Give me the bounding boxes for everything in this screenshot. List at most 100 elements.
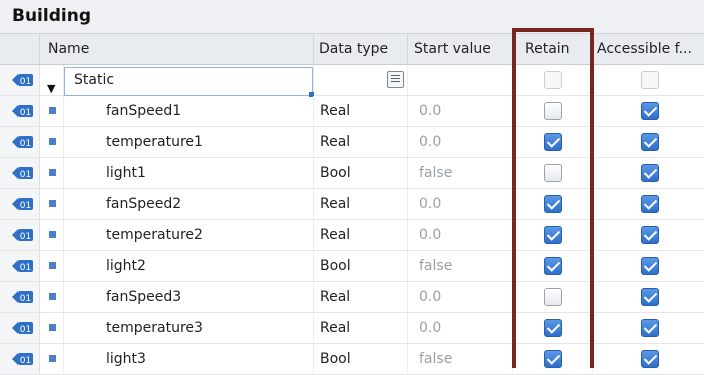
name-cell[interactable]: temperature2 (64, 220, 314, 250)
name-cell[interactable]: fanSpeed3 (64, 282, 314, 312)
start-value: 0.0 (419, 227, 442, 243)
table-row[interactable]: 01 fanSpeed2 Real 0.0 (0, 189, 704, 220)
accessible-checkbox[interactable] (641, 133, 659, 151)
header-start-value[interactable]: Start value (408, 34, 513, 64)
member-icon (49, 324, 56, 331)
section-type-cell[interactable] (314, 65, 408, 95)
accessible-checkbox[interactable] (641, 350, 659, 368)
start-value-cell[interactable]: 0.0 (408, 96, 513, 126)
db-tag-icon: 01 (12, 167, 33, 180)
expand-cell[interactable]: ▼ (40, 65, 64, 95)
db-tag-icon: 01 (12, 105, 33, 118)
svg-text:01: 01 (20, 201, 31, 211)
variable-name: light2 (106, 258, 146, 274)
start-value-cell[interactable]: false (408, 344, 513, 374)
retain-checkbox[interactable] (544, 257, 562, 275)
svg-text:01: 01 (20, 294, 31, 304)
name-cell[interactable]: fanSpeed1 (64, 96, 314, 126)
row-icon-cell: 01 (0, 251, 40, 281)
name-cell[interactable]: fanSpeed2 (64, 189, 314, 219)
accessible-checkbox[interactable] (641, 257, 659, 275)
retain-checkbox[interactable] (544, 226, 562, 244)
type-cell[interactable]: Bool (314, 344, 408, 374)
accessible-checkbox[interactable] (641, 195, 659, 213)
accessible-checkbox[interactable] (641, 102, 659, 120)
db-tag-icon: 01 (12, 353, 33, 366)
row-marker-cell (40, 127, 64, 157)
retain-cell (513, 158, 593, 188)
header-retain[interactable]: Retain (513, 34, 593, 64)
start-value-cell[interactable]: 0.0 (408, 189, 513, 219)
start-value-cell[interactable]: 0.0 (408, 313, 513, 343)
start-value: 0.0 (419, 196, 442, 212)
retain-checkbox[interactable] (544, 102, 562, 120)
variable-name: fanSpeed3 (106, 289, 182, 305)
start-value-cell[interactable]: false (408, 158, 513, 188)
accessible-checkbox[interactable] (641, 71, 659, 89)
accessible-checkbox[interactable] (641, 319, 659, 337)
member-icon (49, 107, 56, 114)
type-cell[interactable]: Real (314, 282, 408, 312)
section-row-static[interactable]: 01 ▼ Static (0, 65, 704, 96)
accessible-checkbox[interactable] (641, 288, 659, 306)
table-picker-icon[interactable] (387, 71, 404, 88)
header-accessible[interactable]: Accessible f... (593, 34, 704, 64)
retain-checkbox[interactable] (544, 133, 562, 151)
row-marker-cell (40, 251, 64, 281)
type-cell[interactable]: Real (314, 189, 408, 219)
row-marker-cell (40, 313, 64, 343)
retain-checkbox[interactable] (544, 350, 562, 368)
data-type: Bool (320, 165, 351, 181)
table-row[interactable]: 01 temperature3 Real 0.0 (0, 313, 704, 344)
row-icon-cell: 01 (0, 65, 40, 95)
section-start-cell (408, 65, 513, 95)
type-cell[interactable]: Bool (314, 251, 408, 281)
accessible-checkbox[interactable] (641, 226, 659, 244)
start-value-cell[interactable]: false (408, 251, 513, 281)
name-cell[interactable]: light3 (64, 344, 314, 374)
section-name-cell[interactable]: Static (64, 65, 314, 95)
table-row[interactable]: 01 fanSpeed1 Real 0.0 (0, 96, 704, 127)
start-value-cell[interactable]: 0.0 (408, 220, 513, 250)
table-row[interactable]: 01 light2 Bool false (0, 251, 704, 282)
type-cell[interactable]: Real (314, 220, 408, 250)
name-cell[interactable]: light2 (64, 251, 314, 281)
accessible-cell (593, 344, 704, 374)
header-data-type[interactable]: Data type (314, 34, 408, 64)
retain-checkbox[interactable] (544, 288, 562, 306)
member-icon (49, 355, 56, 362)
retain-checkbox[interactable] (544, 319, 562, 337)
start-value-cell[interactable]: 0.0 (408, 282, 513, 312)
name-cell[interactable]: light1 (64, 158, 314, 188)
svg-text:01: 01 (20, 108, 31, 118)
start-value: false (419, 351, 453, 367)
start-value: 0.0 (419, 320, 442, 336)
variable-name: light3 (106, 351, 146, 367)
type-cell[interactable]: Real (314, 96, 408, 126)
type-cell[interactable]: Bool (314, 158, 408, 188)
retain-checkbox[interactable] (544, 71, 562, 89)
table-row[interactable]: 01 light1 Bool false (0, 158, 704, 189)
start-value-cell[interactable]: 0.0 (408, 127, 513, 157)
retain-checkbox[interactable] (544, 164, 562, 182)
row-icon-cell: 01 (0, 96, 40, 126)
name-cell[interactable]: temperature3 (64, 313, 314, 343)
accessible-checkbox[interactable] (641, 164, 659, 182)
table-row[interactable]: 01 temperature1 Real 0.0 (0, 127, 704, 158)
svg-text:01: 01 (20, 232, 31, 242)
start-value: 0.0 (419, 134, 442, 150)
retain-cell (513, 189, 593, 219)
header-name[interactable]: Name (40, 34, 314, 64)
retain-checkbox[interactable] (544, 195, 562, 213)
name-cell[interactable]: temperature1 (64, 127, 314, 157)
type-cell[interactable]: Real (314, 313, 408, 343)
type-cell[interactable]: Real (314, 127, 408, 157)
data-type: Real (320, 227, 351, 243)
db-tag-icon: 01 (12, 322, 33, 335)
svg-text:01: 01 (20, 77, 31, 87)
row-marker-cell (40, 189, 64, 219)
table-row[interactable]: 01 light3 Bool false (0, 344, 704, 375)
row-icon-cell: 01 (0, 313, 40, 343)
table-row[interactable]: 01 temperature2 Real 0.0 (0, 220, 704, 251)
table-row[interactable]: 01 fanSpeed3 Real 0.0 (0, 282, 704, 313)
